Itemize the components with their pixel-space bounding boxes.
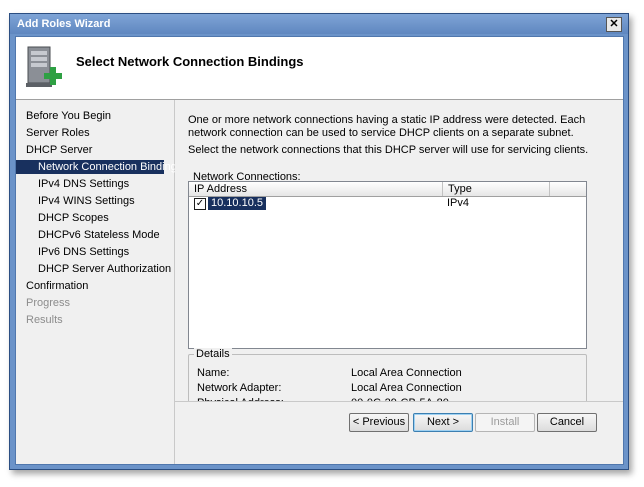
name-label: Name:: [197, 367, 230, 379]
nav-item-dhcp-server[interactable]: DHCP Server: [26, 143, 92, 157]
details-legend: Details: [194, 348, 232, 360]
nav-item-ipv4-dns-settings[interactable]: IPv4 DNS Settings: [38, 177, 129, 191]
network-adapter-label: Network Adapter:: [197, 382, 282, 394]
list-header: IP Address Type: [189, 182, 586, 197]
nav-item-dhcp-server-authorization[interactable]: DHCP Server Authorization: [38, 262, 171, 276]
wizard-client-area: Select Network Connection Bindings Befor…: [15, 36, 624, 465]
install-button: Install: [475, 413, 535, 432]
title-bar[interactable]: Add Roles Wizard: [10, 14, 628, 34]
nav-item-progress: Progress: [26, 297, 71, 309]
page-title: Select Network Connection Bindings: [76, 54, 304, 69]
table-row[interactable]: ✓ 10.10.10.5 IPv4: [189, 197, 586, 212]
wizard-content: One or more network connections having a…: [175, 100, 623, 464]
wizard-nav: Before You Begin Server Roles DHCP Serve…: [16, 100, 182, 464]
nav-item-ipv6-dns-settings[interactable]: IPv6 DNS Settings: [38, 245, 129, 259]
wizard-header: Select Network Connection Bindings: [16, 37, 623, 100]
name-value: Local Area Connection: [351, 367, 462, 379]
column-header-ip-address[interactable]: IP Address: [189, 182, 443, 196]
nav-item-ipv4-wins-settings[interactable]: IPv4 WINS Settings: [38, 194, 135, 208]
next-button[interactable]: Next >: [413, 413, 473, 432]
previous-button[interactable]: < Previous: [349, 413, 409, 432]
network-connections-list[interactable]: IP Address Type ✓ 10.10.10.5 IPv4: [188, 181, 587, 349]
nav-item-network-connection-bindings[interactable]: Network Connection Bindings: [16, 160, 182, 174]
nav-item-dhcp-scopes[interactable]: DHCP Scopes: [38, 211, 109, 225]
nav-item-before-you-begin[interactable]: Before You Begin: [26, 109, 111, 123]
nav-item-confirmation[interactable]: Confirmation: [26, 279, 88, 293]
instruction-text: Select the network connections that this…: [188, 144, 589, 156]
nav-item-results: Results: [26, 314, 63, 326]
button-bar: < Previous Next > Install Cancel: [175, 401, 623, 464]
server-add-icon: [26, 46, 62, 87]
type-cell: IPv4: [447, 197, 470, 209]
wizard-window: Add Roles Wizard ✕ Select Network Connec…: [9, 13, 629, 470]
window-title: Add Roles Wizard: [17, 18, 111, 30]
column-header-type[interactable]: Type: [443, 182, 550, 196]
close-button[interactable]: ✕: [606, 17, 622, 32]
nav-item-dhcpv6-stateless-mode[interactable]: DHCPv6 Stateless Mode: [38, 228, 160, 242]
connection-checkbox[interactable]: ✓: [194, 198, 206, 210]
network-adapter-value: Local Area Connection: [351, 382, 462, 394]
nav-item-server-roles[interactable]: Server Roles: [26, 126, 90, 140]
close-icon: ✕: [609, 18, 619, 30]
intro-text: One or more network connections having a…: [188, 114, 586, 139]
ip-address-cell[interactable]: 10.10.10.5: [208, 197, 266, 210]
cancel-button[interactable]: Cancel: [537, 413, 597, 432]
